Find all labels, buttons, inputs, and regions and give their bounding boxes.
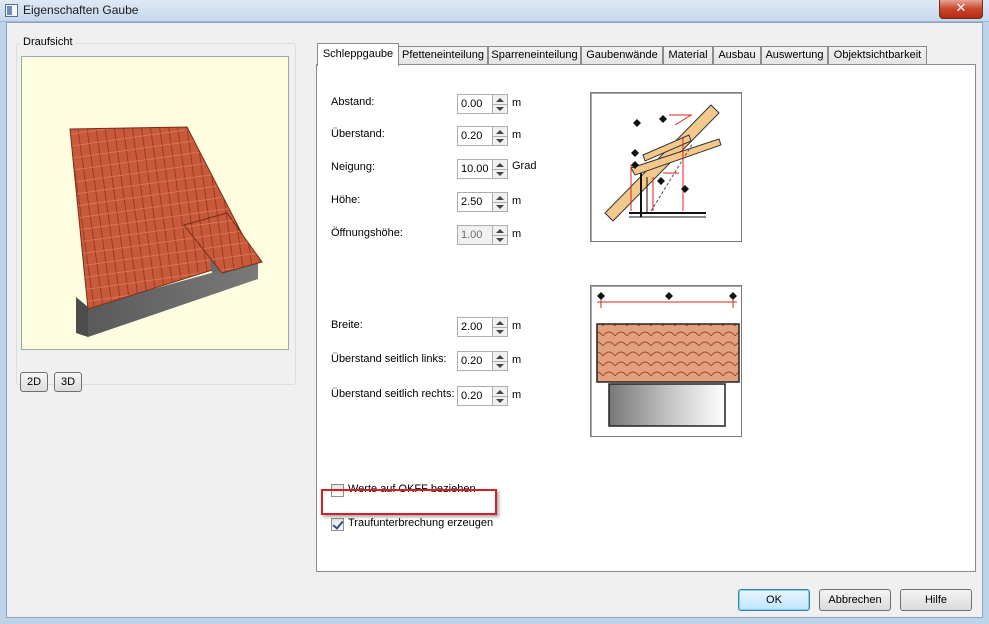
oeffnungshoehe-spinner: 1.00 <box>457 225 509 245</box>
ueberstand-links-input[interactable]: 0.20 <box>457 351 493 371</box>
highlight-annotation <box>321 489 497 515</box>
ueberstand-links-spinner[interactable]: 0.20 <box>457 351 509 371</box>
ueberstand-links-label: Überstand seitlich links: <box>331 353 447 365</box>
neigung-input[interactable]: 10.00 <box>457 159 493 179</box>
hoehe-label: Höhe: <box>331 194 361 206</box>
ueberstand-label: Überstand: <box>331 128 385 140</box>
breite-input[interactable]: 2.00 <box>457 317 493 337</box>
traufunterbrechung-checkbox[interactable] <box>331 518 344 531</box>
tab-gaubenwaende[interactable]: Gaubenwände <box>581 46 663 65</box>
hoehe-spin-arrows[interactable] <box>493 192 508 212</box>
abstand-spin-arrows[interactable] <box>493 94 508 114</box>
tab-pfetteneinteilung[interactable]: Pfetteneinteilung <box>398 46 488 65</box>
arrow-down-icon[interactable] <box>496 172 504 176</box>
abstand-label: Abstand: <box>331 96 375 108</box>
traufunterbrechung-checkbox-label[interactable]: Traufunterbrechung erzeugen <box>348 517 493 529</box>
arrow-down-icon[interactable] <box>496 205 504 209</box>
oeffnungshoehe-input: 1.00 <box>457 225 493 245</box>
ueberstand-spinner[interactable]: 0.20 <box>457 126 509 146</box>
breite-spin-arrows[interactable] <box>493 317 508 337</box>
neigung-spin-arrows[interactable] <box>493 159 508 179</box>
window-icon <box>5 4 18 17</box>
tab-material[interactable]: Material <box>663 46 713 65</box>
arrow-down-icon[interactable] <box>496 399 504 403</box>
arrow-down-icon[interactable] <box>496 364 504 368</box>
ueberstand-rechts-unit: m <box>512 389 522 401</box>
tab-ausbau[interactable]: Ausbau <box>713 46 761 65</box>
tab-schleppgaube[interactable]: Schleppgaube <box>317 43 399 66</box>
abstand-input[interactable]: 0.00 <box>457 94 493 114</box>
close-button[interactable]: ✕ <box>939 0 983 19</box>
roof-3d-image <box>69 126 263 337</box>
arrow-up-icon <box>496 229 504 233</box>
ueberstand-rechts-label: Überstand seitlich rechts: <box>331 388 455 400</box>
arrow-down-icon <box>496 238 504 242</box>
hoehe-spinner[interactable]: 2.50 <box>457 192 509 212</box>
tab-objektsichtbarkeit[interactable]: Objektsichtbarkeit <box>828 46 927 65</box>
ueberstand-rechts-spin-arrows[interactable] <box>493 386 508 406</box>
ueberstand-input[interactable]: 0.20 <box>457 126 493 146</box>
arrow-up-icon[interactable] <box>496 196 504 200</box>
ueberstand-rechts-spinner[interactable]: 0.20 <box>457 386 509 406</box>
dialog-client: 2D 3D Draufsicht Schleppgaube Pfettenein… <box>6 22 983 618</box>
ueberstand-spin-arrows[interactable] <box>493 126 508 146</box>
oeffnungshoehe-label: Öffnungshöhe: <box>331 227 403 239</box>
top-view-label: Draufsicht <box>21 36 75 48</box>
help-button[interactable]: Hilfe <box>900 589 972 611</box>
neigung-spinner[interactable]: 10.00 <box>457 159 509 179</box>
arrow-up-icon[interactable] <box>496 130 504 134</box>
view-2d-button[interactable]: 2D <box>20 372 48 392</box>
dormer-section-diagram <box>590 92 742 242</box>
arrow-up-icon[interactable] <box>496 390 504 394</box>
neigung-label: Neigung: <box>331 161 376 173</box>
arrow-up-icon[interactable] <box>496 321 504 325</box>
arrow-down-icon[interactable] <box>496 139 504 143</box>
arrow-down-icon[interactable] <box>496 330 504 334</box>
ok-button[interactable]: OK <box>738 589 810 611</box>
breite-unit: m <box>512 320 522 332</box>
top-view-group: 2D 3D <box>16 43 296 392</box>
breite-label: Breite: <box>331 319 363 331</box>
view-3d-button[interactable]: 3D <box>54 372 82 392</box>
oeffnungshoehe-unit: m <box>512 228 522 240</box>
tab-auswertung[interactable]: Auswertung <box>761 46 828 65</box>
tab-sparreneinteilung[interactable]: Sparreneinteilung <box>488 46 581 65</box>
title-bar[interactable]: Eigenschaften Gaube ✕ <box>0 0 989 22</box>
window-title: Eigenschaften Gaube <box>23 3 139 17</box>
ueberstand-rechts-input[interactable]: 0.20 <box>457 386 493 406</box>
dormer-front-diagram <box>590 285 742 437</box>
abstand-spinner[interactable]: 0.00 <box>457 94 509 114</box>
ueberstand-links-unit: m <box>512 354 522 366</box>
arrow-up-icon[interactable] <box>496 163 504 167</box>
arrow-up-icon[interactable] <box>496 355 504 359</box>
hoehe-input[interactable]: 2.50 <box>457 192 493 212</box>
ueberstand-unit: m <box>512 129 522 141</box>
cancel-button[interactable]: Abbrechen <box>819 589 891 611</box>
arrow-up-icon[interactable] <box>496 98 504 102</box>
oeffnungshoehe-spin-arrows <box>493 225 508 245</box>
hoehe-unit: m <box>512 195 522 207</box>
roof-3d-preview[interactable] <box>21 56 289 350</box>
neigung-unit: Grad <box>512 160 537 172</box>
breite-spinner[interactable]: 2.00 <box>457 317 509 337</box>
arrow-down-icon[interactable] <box>496 107 504 111</box>
ueberstand-links-spin-arrows[interactable] <box>493 351 508 371</box>
abstand-unit: m <box>512 97 522 109</box>
